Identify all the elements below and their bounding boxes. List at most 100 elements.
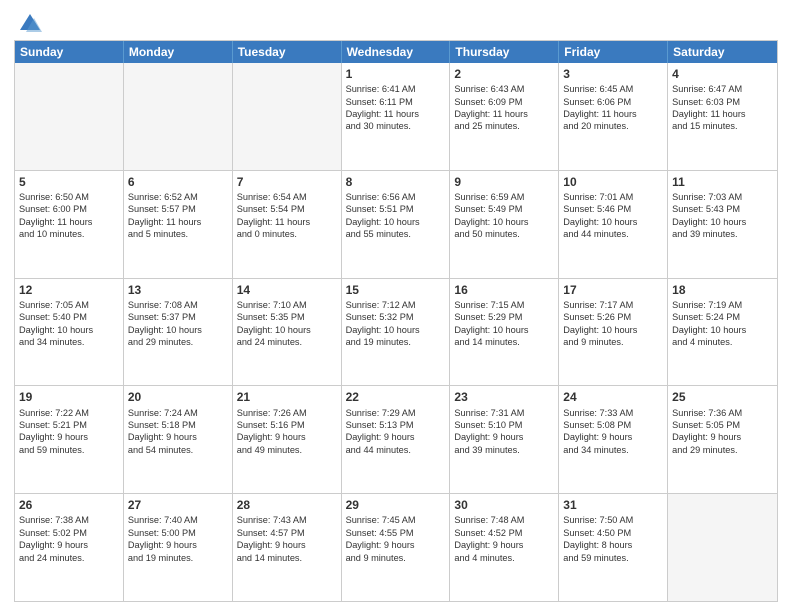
day-number: 15 (346, 282, 446, 298)
calendar-cell: 3Sunrise: 6:45 AMSunset: 6:06 PMDaylight… (559, 63, 668, 170)
cell-info: Sunrise: 7:45 AMSunset: 4:55 PMDaylight:… (346, 514, 446, 564)
day-number: 3 (563, 66, 663, 82)
calendar-cell: 10Sunrise: 7:01 AMSunset: 5:46 PMDayligh… (559, 171, 668, 278)
cell-info: Sunrise: 6:43 AMSunset: 6:09 PMDaylight:… (454, 83, 554, 133)
cell-info: Sunrise: 6:41 AMSunset: 6:11 PMDaylight:… (346, 83, 446, 133)
day-number: 20 (128, 389, 228, 405)
calendar-cell: 9Sunrise: 6:59 AMSunset: 5:49 PMDaylight… (450, 171, 559, 278)
cell-info: Sunrise: 7:03 AMSunset: 5:43 PMDaylight:… (672, 191, 773, 241)
cell-info: Sunrise: 7:43 AMSunset: 4:57 PMDaylight:… (237, 514, 337, 564)
cell-info: Sunrise: 6:52 AMSunset: 5:57 PMDaylight:… (128, 191, 228, 241)
calendar-cell: 24Sunrise: 7:33 AMSunset: 5:08 PMDayligh… (559, 386, 668, 493)
day-number: 28 (237, 497, 337, 513)
day-number: 31 (563, 497, 663, 513)
header (14, 10, 778, 34)
weekday-header: Friday (559, 41, 668, 63)
cell-info: Sunrise: 7:01 AMSunset: 5:46 PMDaylight:… (563, 191, 663, 241)
cell-info: Sunrise: 6:59 AMSunset: 5:49 PMDaylight:… (454, 191, 554, 241)
day-number: 25 (672, 389, 773, 405)
day-number: 18 (672, 282, 773, 298)
day-number: 29 (346, 497, 446, 513)
weekday-header: Thursday (450, 41, 559, 63)
cell-info: Sunrise: 7:05 AMSunset: 5:40 PMDaylight:… (19, 299, 119, 349)
day-number: 9 (454, 174, 554, 190)
calendar-cell: 14Sunrise: 7:10 AMSunset: 5:35 PMDayligh… (233, 279, 342, 386)
day-number: 17 (563, 282, 663, 298)
day-number: 21 (237, 389, 337, 405)
cell-info: Sunrise: 7:36 AMSunset: 5:05 PMDaylight:… (672, 407, 773, 457)
weekday-header: Monday (124, 41, 233, 63)
weekday-header: Saturday (668, 41, 777, 63)
calendar-cell: 4Sunrise: 6:47 AMSunset: 6:03 PMDaylight… (668, 63, 777, 170)
calendar-cell: 15Sunrise: 7:12 AMSunset: 5:32 PMDayligh… (342, 279, 451, 386)
calendar-cell: 25 Sunrise: 7:36 AMSunset: 5:05 PMDayligh… (668, 386, 777, 493)
cell-info: Sunrise: 7:50 AMSunset: 4:50 PMDaylight:… (563, 514, 663, 564)
calendar: SundayMondayTuesdayWednesdayThursdayFrid… (14, 40, 778, 602)
calendar-cell: 7Sunrise: 6:54 AMSunset: 5:54 PMDaylight… (233, 171, 342, 278)
cell-info: Sunrise: 6:47 AMSunset: 6:03 PMDaylight:… (672, 83, 773, 133)
day-number: 5 (19, 174, 119, 190)
calendar-cell: 26Sunrise: 7:38 AMSunset: 5:02 PMDayligh… (15, 494, 124, 601)
calendar-cell: 23 Sunrise: 7:31 AMSunset: 5:10 PMDayligh… (450, 386, 559, 493)
day-number: 8 (346, 174, 446, 190)
cell-info: Sunrise: 7:19 AMSunset: 5:24 PMDaylight:… (672, 299, 773, 349)
page: SundayMondayTuesdayWednesdayThursdayFrid… (0, 0, 792, 612)
cell-info: Sunrise: 7:10 AMSunset: 5:35 PMDaylight:… (237, 299, 337, 349)
calendar-row: 1Sunrise: 6:41 AMSunset: 6:11 PMDaylight… (15, 63, 777, 171)
cell-info: Sunrise: 7:38 AMSunset: 5:02 PMDaylight:… (19, 514, 119, 564)
day-number: 23 (454, 389, 554, 405)
cell-info: Sunrise: 7:17 AMSunset: 5:26 PMDaylight:… (563, 299, 663, 349)
day-number: 10 (563, 174, 663, 190)
calendar-cell: 28Sunrise: 7:43 AMSunset: 4:57 PMDayligh… (233, 494, 342, 601)
day-number: 24 (563, 389, 663, 405)
calendar-cell: 1Sunrise: 6:41 AMSunset: 6:11 PMDaylight… (342, 63, 451, 170)
weekday-header: Tuesday (233, 41, 342, 63)
cell-info: Sunrise: 6:54 AMSunset: 5:54 PMDaylight:… (237, 191, 337, 241)
day-number: 16 (454, 282, 554, 298)
calendar-body: 1Sunrise: 6:41 AMSunset: 6:11 PMDaylight… (15, 63, 777, 601)
day-number: 12 (19, 282, 119, 298)
calendar-cell: 27Sunrise: 7:40 AMSunset: 5:00 PMDayligh… (124, 494, 233, 601)
calendar-cell: 16Sunrise: 7:15 AMSunset: 5:29 PMDayligh… (450, 279, 559, 386)
day-number: 19 (19, 389, 119, 405)
logo (14, 10, 44, 34)
day-number: 1 (346, 66, 446, 82)
calendar-cell: 31Sunrise: 7:50 AMSunset: 4:50 PMDayligh… (559, 494, 668, 601)
calendar-row: 5Sunrise: 6:50 AMSunset: 6:00 PMDaylight… (15, 171, 777, 279)
calendar-row: 26Sunrise: 7:38 AMSunset: 5:02 PMDayligh… (15, 494, 777, 601)
calendar-cell: 13Sunrise: 7:08 AMSunset: 5:37 PMDayligh… (124, 279, 233, 386)
logo-icon (16, 10, 44, 38)
day-number: 26 (19, 497, 119, 513)
calendar-cell: 17Sunrise: 7:17 AMSunset: 5:26 PMDayligh… (559, 279, 668, 386)
calendar-cell: 30Sunrise: 7:48 AMSunset: 4:52 PMDayligh… (450, 494, 559, 601)
cell-info: Sunrise: 7:31 AMSunset: 5:10 PMDaylight:… (454, 407, 554, 457)
calendar-cell: 21 Sunrise: 7:26 AMSunset: 5:16 PMDayligh… (233, 386, 342, 493)
day-number: 14 (237, 282, 337, 298)
calendar-header: SundayMondayTuesdayWednesdayThursdayFrid… (15, 41, 777, 63)
cell-info: Sunrise: 7:15 AMSunset: 5:29 PMDaylight:… (454, 299, 554, 349)
calendar-cell (233, 63, 342, 170)
day-number: 13 (128, 282, 228, 298)
day-number: 6 (128, 174, 228, 190)
cell-info: Sunrise: 7:24 AMSunset: 5:18 PMDaylight:… (128, 407, 228, 457)
calendar-cell (668, 494, 777, 601)
cell-info: Sunrise: 6:56 AMSunset: 5:51 PMDaylight:… (346, 191, 446, 241)
cell-info: Sunrise: 7:22 AMSunset: 5:21 PMDaylight:… (19, 407, 119, 457)
day-number: 7 (237, 174, 337, 190)
calendar-cell (15, 63, 124, 170)
cell-info: Sunrise: 7:26 AMSunset: 5:16 PMDaylight:… (237, 407, 337, 457)
calendar-cell: 19 Sunrise: 7:22 AMSunset: 5:21 PMDayligh… (15, 386, 124, 493)
cell-info: Sunrise: 7:40 AMSunset: 5:00 PMDaylight:… (128, 514, 228, 564)
calendar-cell: 12Sunrise: 7:05 AMSunset: 5:40 PMDayligh… (15, 279, 124, 386)
day-number: 11 (672, 174, 773, 190)
calendar-row: 12Sunrise: 7:05 AMSunset: 5:40 PMDayligh… (15, 279, 777, 387)
weekday-header: Sunday (15, 41, 124, 63)
calendar-cell: 8Sunrise: 6:56 AMSunset: 5:51 PMDaylight… (342, 171, 451, 278)
cell-info: Sunrise: 6:45 AMSunset: 6:06 PMDaylight:… (563, 83, 663, 133)
calendar-cell: 2Sunrise: 6:43 AMSunset: 6:09 PMDaylight… (450, 63, 559, 170)
cell-info: Sunrise: 7:08 AMSunset: 5:37 PMDaylight:… (128, 299, 228, 349)
calendar-cell: 22Sunrise: 7:29 AMSunset: 5:13 PMDayligh… (342, 386, 451, 493)
calendar-cell: 29Sunrise: 7:45 AMSunset: 4:55 PMDayligh… (342, 494, 451, 601)
day-number: 30 (454, 497, 554, 513)
day-number: 22 (346, 389, 446, 405)
